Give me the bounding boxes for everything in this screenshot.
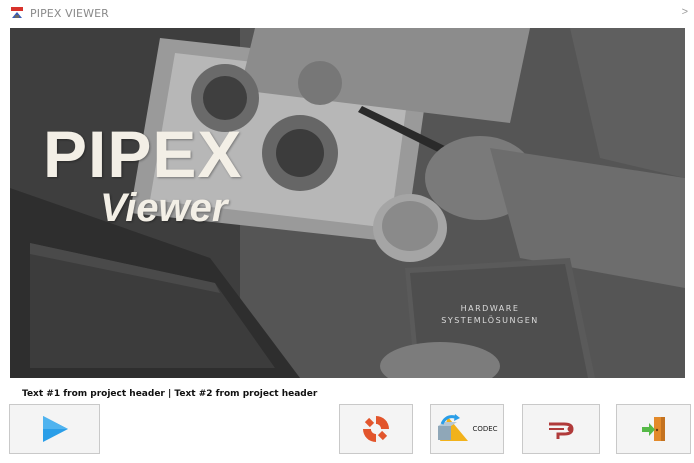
codec-icon xyxy=(438,414,469,441)
booklet-line-2: SYSTEMLÖSUNGEN xyxy=(441,316,539,325)
pipe-button[interactable] xyxy=(522,404,600,454)
brand-subtitle: Viewer xyxy=(100,186,228,230)
app-icon xyxy=(10,7,24,19)
codec-button[interactable]: CODEC xyxy=(430,404,504,454)
hero-banner: PIPEX Viewer HARDWARE SYSTEMLÖSUNGEN xyxy=(10,28,685,378)
codec-label: CODEC xyxy=(472,425,498,433)
help-button[interactable] xyxy=(339,404,413,454)
chevron-right-icon[interactable]: > xyxy=(682,6,688,18)
project-header-text: Text #1 from project header | Text #2 fr… xyxy=(22,389,318,399)
booklet-line-1: HARDWARE xyxy=(460,304,520,313)
brand-title: PIPEX xyxy=(43,117,243,191)
exit-door-icon xyxy=(641,417,665,441)
window-title: PIPEX VIEWER xyxy=(30,7,109,20)
exit-button[interactable] xyxy=(616,404,691,454)
lifebuoy-icon xyxy=(363,416,389,442)
play-icon xyxy=(42,416,68,442)
pipe-icon xyxy=(549,422,574,439)
play-button[interactable] xyxy=(9,404,100,454)
title-bar: PIPEX VIEWER > xyxy=(0,0,694,26)
